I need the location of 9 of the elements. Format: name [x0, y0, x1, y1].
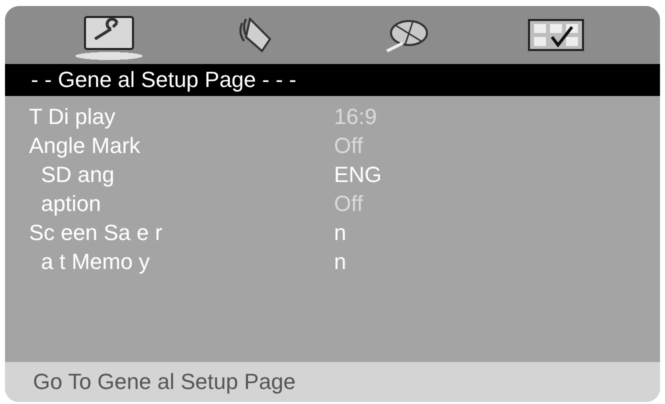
checklist-icon: [526, 17, 586, 53]
setting-value: n: [334, 248, 346, 274]
setting-label[interactable]: Sc een Sa e r: [29, 220, 334, 246]
setting-value: ENG: [334, 162, 382, 188]
page-title: - - Gene al Setup Page - - -: [31, 67, 296, 93]
setting-label[interactable]: SD ang: [29, 162, 334, 188]
setting-label[interactable]: a t Memo y: [29, 248, 334, 274]
status-text: Go To Gene al Setup Page: [33, 369, 296, 395]
setting-value: n: [334, 220, 346, 246]
